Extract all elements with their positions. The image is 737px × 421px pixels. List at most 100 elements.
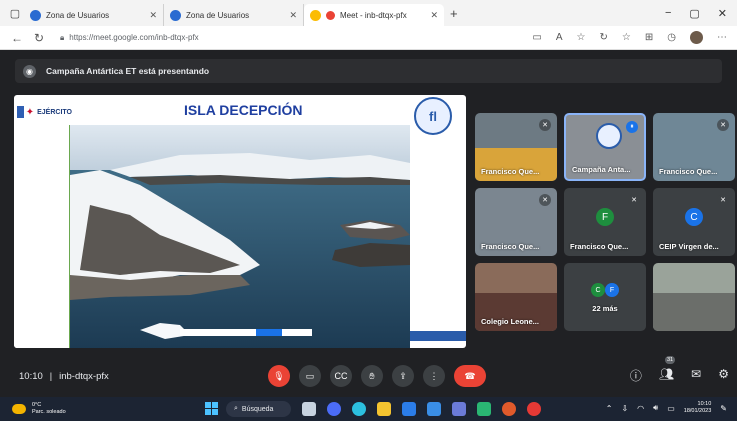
participant-avatar: C <box>591 283 605 297</box>
tab-zona-usuarios-1[interactable]: Zona de Usuarios ✕ <box>24 4 164 26</box>
back-icon[interactable]: ← <box>6 31 28 45</box>
people-icon[interactable]: 👥︎ <box>659 367 674 384</box>
taskbar-search[interactable]: ⌕ Búsqueda <box>226 401 291 417</box>
extensions-icon[interactable]: ◷ <box>667 32 676 43</box>
clock-date: 18/01/2023 <box>683 408 712 414</box>
present-button[interactable]: ⇪ <box>392 365 414 387</box>
participant-avatar: F <box>596 208 614 226</box>
minimize-icon[interactable]: − <box>665 7 671 20</box>
participant-tile[interactable]: ✕ Francisco Que... <box>653 113 735 181</box>
more-participants-tile[interactable]: C F 22 más <box>564 263 646 331</box>
search-label: Búsqueda <box>241 405 274 413</box>
tab-label: Meet - inb-dtqx-pfx <box>340 10 407 20</box>
file-explorer-icon[interactable] <box>377 402 391 416</box>
close-window-icon[interactable]: ✕ <box>718 7 727 20</box>
app-icon[interactable] <box>452 402 466 416</box>
chat-icon[interactable]: ✉ <box>691 367 701 384</box>
participant-name: Francisco Que... <box>570 242 629 251</box>
meet-icon <box>310 9 321 21</box>
activities-icon[interactable]: ⚙ <box>718 367 729 384</box>
participant-tile[interactable]: ✕ Francisco Que... <box>475 188 557 256</box>
edge-icon[interactable] <box>352 402 366 416</box>
presentation-view[interactable]: ✦ EJÉRCITO ISLA DECEPCIÓN fl <box>14 95 466 348</box>
participant-name: Campaña Anta... <box>572 165 631 174</box>
army-logo-text: EJÉRCITO <box>37 108 72 116</box>
start-icon[interactable] <box>205 402 218 415</box>
maximize-icon[interactable]: ▢ <box>689 7 699 20</box>
participant-tile[interactable]: ✕ Francisco Que... <box>475 113 557 181</box>
screen: ▢ Zona de Usuarios ✕ Zona de Usuarios ✕ … <box>0 0 737 421</box>
teams-icon[interactable] <box>327 402 341 416</box>
camera-site-icon[interactable]: ▭ <box>532 32 541 43</box>
participant-tile[interactable]: Colegio Leone... <box>475 263 557 331</box>
call-controls: 🎙︎ ▭ CC ✋︎ ⇪ ⋮ ☎ <box>268 365 486 387</box>
end-call-button[interactable]: ☎ <box>454 365 486 387</box>
battery-icon[interactable]: ▭ <box>667 404 675 413</box>
mail-icon[interactable] <box>427 402 441 416</box>
url-field[interactable]: 🔒︎ https://meet.google.com/inb-dtqx-pfx <box>60 33 199 43</box>
more-menu-icon[interactable]: ⋯ <box>717 32 727 43</box>
weather-icon <box>12 404 26 414</box>
favorite-icon[interactable]: ☆ <box>577 32 586 43</box>
close-tab-icon[interactable]: ✕ <box>289 10 297 21</box>
chrome-icon[interactable] <box>527 402 541 416</box>
participant-avatar: F <box>605 283 619 297</box>
weather-widget[interactable]: 0°C Parc. soleado <box>12 402 66 416</box>
favorites-bar-icon[interactable]: ☆ <box>622 32 631 43</box>
reload-icon[interactable]: ↻ <box>28 31 50 45</box>
weather-condition: Parc. soleado <box>32 409 66 415</box>
participant-tile[interactable]: ✕ C CEIP Virgen de... <box>653 188 735 256</box>
read-aloud-icon[interactable]: A <box>556 32 563 43</box>
usb-icon[interactable]: ⇩ <box>621 404 628 413</box>
close-tab-icon[interactable]: ✕ <box>149 10 157 21</box>
refresh-page-icon[interactable]: ↻ <box>600 32 608 43</box>
tab-zona-usuarios-2[interactable]: Zona de Usuarios ✕ <box>164 4 304 26</box>
raise-hand-button[interactable]: ✋︎ <box>361 365 383 387</box>
volume-icon[interactable]: 🔊︎ <box>653 403 658 413</box>
app-icon[interactable] <box>477 402 491 416</box>
tab-meet[interactable]: Meet - inb-dtqx-pfx ✕ <box>304 4 444 26</box>
tab-label: Zona de Usuarios <box>46 10 110 20</box>
more-participants-label: 22 más <box>592 304 618 313</box>
participant-tile[interactable] <box>653 263 735 331</box>
firefox-icon[interactable] <box>502 402 516 416</box>
separator: | <box>49 371 53 381</box>
collections-icon[interactable]: ⊞ <box>645 32 653 43</box>
wifi-icon[interactable]: ◠ <box>637 404 644 413</box>
meet-bottom-bar: 10:10 | inb-dtqx-pfx 🎙︎ ▭ CC ✋︎ ⇪ ⋮ ☎ 31… <box>0 356 737 394</box>
tab-actions-icon[interactable]: ▢ <box>6 4 24 22</box>
tray-expand-icon[interactable]: ⌃ <box>606 404 613 413</box>
participant-tile[interactable]: ✕ F Francisco Que... <box>564 188 646 256</box>
participant-video <box>475 148 557 181</box>
notifications-icon[interactable]: ✎ <box>720 404 727 413</box>
participant-video <box>653 293 735 331</box>
captions-button[interactable]: CC <box>330 365 352 387</box>
island-photo <box>70 125 410 348</box>
task-view-icon[interactable] <box>302 402 316 416</box>
participant-avatar: C <box>685 208 703 226</box>
participant-name: Colegio Leone... <box>481 317 539 326</box>
more-options-button[interactable]: ⋮ <box>423 365 445 387</box>
close-tab-icon[interactable]: ✕ <box>430 10 438 21</box>
slide-footer-bar <box>410 331 466 341</box>
profile-avatar[interactable] <box>690 31 703 44</box>
flag-shape <box>17 106 24 118</box>
slide-title: ISLA DECEPCIÓN <box>184 102 303 118</box>
mic-off-button[interactable]: 🎙︎ <box>268 365 290 387</box>
mic-off-icon: ✕ <box>628 194 640 206</box>
participant-tile-presenter[interactable]: ⏸ Campaña Anta... <box>564 113 646 181</box>
presenter-avatar-icon: ◉ <box>23 64 36 78</box>
camera-button[interactable]: ▭ <box>299 365 321 387</box>
participant-name: Francisco Que... <box>481 242 540 251</box>
mic-off-icon: ✕ <box>717 119 729 131</box>
island-illustration <box>70 125 410 348</box>
speaking-icon: ⏸ <box>626 121 638 133</box>
info-icon[interactable]: ⓘ <box>630 367 642 384</box>
new-tab-icon[interactable]: + <box>450 6 458 21</box>
presenting-text: Campaña Antártica ET está presentando <box>46 66 210 76</box>
meeting-time: 10:10 <box>19 370 43 382</box>
taskbar-apps <box>302 402 541 416</box>
store-icon[interactable] <box>402 402 416 416</box>
taskbar-clock[interactable]: 10:10 18/01/2023 <box>684 401 712 415</box>
seal-text: fl <box>429 108 437 124</box>
